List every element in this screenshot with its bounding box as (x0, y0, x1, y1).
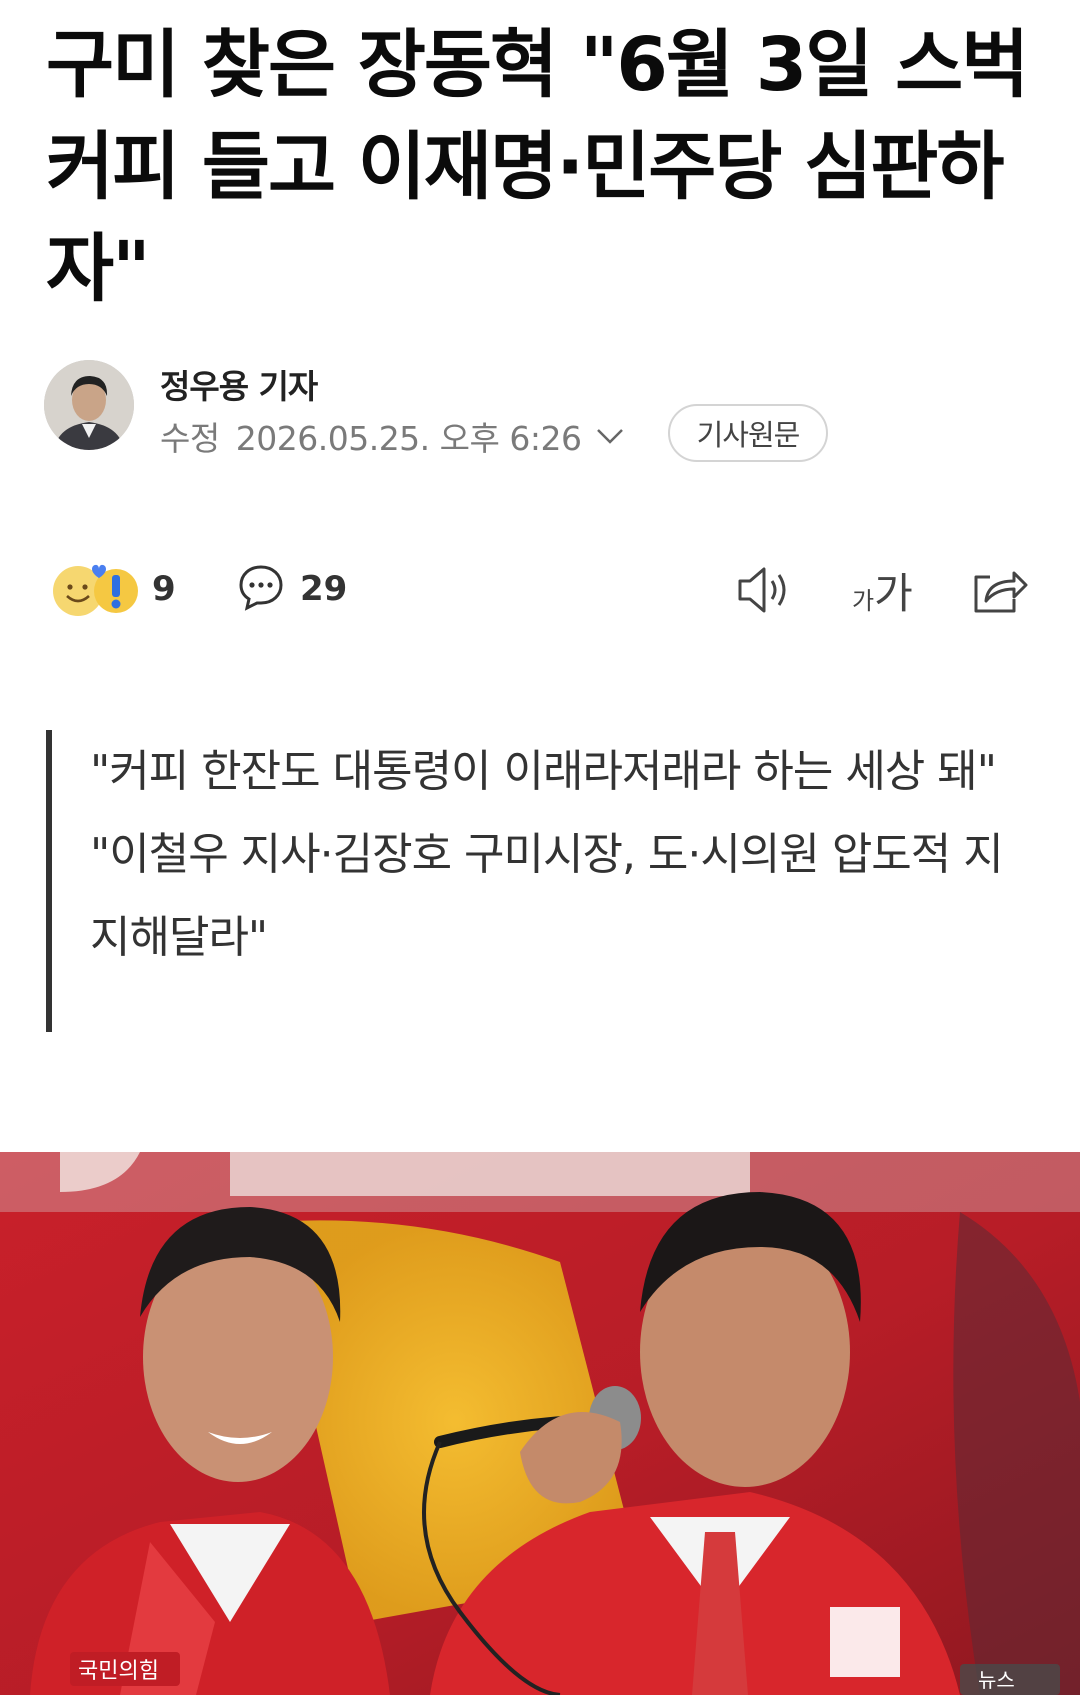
summary-line-2: "이철우 지사·김장호 구미시장, 도·시의원 압도적 지지해달라" (90, 829, 1004, 963)
comment-icon (236, 562, 286, 616)
photo-banner-text: 국민의힘 (78, 1659, 159, 1684)
reaction-button[interactable]: 9 (52, 560, 176, 618)
photo-corner-text: 뉴스 (978, 1668, 1015, 1692)
reaction-emoji-icon (52, 560, 144, 618)
font-size-icon[interactable]: 가가 (852, 560, 913, 620)
article-headline: 구미 찾은 장동혁 "6월 3일 스벅커피 들고 이재명·민주당 심판하자" (46, 22, 1029, 312)
byline: 정우용 기자 수정 2026.05.25. 오후 6:26 기사원문 (44, 360, 1044, 462)
timestamp-text: 2026.05.25. 오후 6:26 (235, 419, 582, 458)
article-actions: 9 29 가가 (0, 550, 1080, 630)
comment-button[interactable]: 29 (236, 562, 347, 616)
chevron-down-icon[interactable] (595, 426, 625, 446)
reporter-avatar[interactable] (44, 360, 134, 450)
comment-count: 29 (300, 569, 348, 609)
article-timestamp: 수정 2026.05.25. 오후 6:26 (160, 412, 625, 460)
reaction-count: 9 (152, 569, 176, 609)
original-article-button[interactable]: 기사원문 (668, 404, 828, 462)
share-icon[interactable] (970, 560, 1028, 620)
speaker-icon[interactable] (734, 560, 796, 620)
article-summary: "커피 한잔도 대통령이 이래라저래라 하는 세상 돼" "이철우 지사·김장호… (46, 730, 1006, 1032)
reporter-name[interactable]: 정우용 기자 (160, 360, 318, 408)
article-photo[interactable]: 국민의힘 뉴스 (0, 1152, 1080, 1695)
summary-line-1: "커피 한잔도 대통령이 이래라저래라 하는 세상 돼" (90, 746, 997, 797)
edit-label: 수정 (160, 419, 220, 458)
